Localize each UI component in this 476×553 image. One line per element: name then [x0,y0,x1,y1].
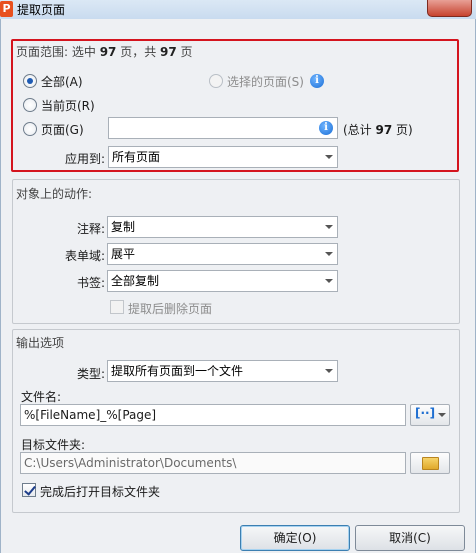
info-icon[interactable]: i [310,74,324,88]
insert-macro-button[interactable]: [··] [410,404,450,426]
pages-input[interactable] [108,117,338,139]
open-folder-label[interactable]: 完成后打开目标文件夹 [40,483,160,500]
chevron-down-icon [325,225,333,229]
folder-icon [422,457,439,470]
bookmark-label: 书签: [77,276,106,290]
annotation-label: 注释: [77,222,106,236]
browse-folder-button[interactable] [410,452,450,474]
current-page-label[interactable]: 当前页(R) [41,97,95,114]
extract-pages-dialog: 页面范围: 选中 97 页，共 97 页 全部(A) 选择的页面(S) i 当前… [0,19,476,553]
chevron-down-icon [325,279,333,283]
delete-after-checkbox[interactable] [110,300,124,314]
chevron-down-icon [325,252,333,256]
pages-radio[interactable] [23,122,37,136]
bookmark-dropdown[interactable]: 全部复制 [107,270,338,292]
output-options-title: 输出选项 [16,336,65,350]
annotation-dropdown[interactable]: 复制 [107,216,338,238]
filename-label: 文件名: [21,390,62,404]
page-range-title: 页面范围: 选中 97 页，共 97 页 [16,45,193,59]
current-page-radio[interactable] [23,98,37,112]
selected-pages-label[interactable]: 选择的页面(S) [227,73,304,90]
title-bar: P 提取页面 [0,0,476,19]
form-field-dropdown[interactable]: 展平 [107,243,338,265]
close-button[interactable] [427,0,472,17]
ok-button[interactable]: 确定(O) [240,525,350,551]
pages-label[interactable]: 页面(G) [41,121,84,138]
selected-pages-radio[interactable] [209,74,223,88]
type-dropdown[interactable]: 提取所有页面到一个文件 [107,360,338,382]
apply-to-label: 应用到: [65,152,106,166]
output-options-section: 输出选项 类型: 提取所有页面到一个文件 文件名: %[FileName]_%[… [12,329,460,513]
type-label: 类型: [77,367,106,381]
total-pages-note: (总计 97 页) [343,123,413,137]
open-folder-checkbox[interactable] [22,483,36,497]
cancel-button[interactable]: 取消(C) [355,525,465,551]
target-folder-input[interactable]: C:\Users\Administrator\Documents\ [20,452,406,474]
target-folder-label: 目标文件夹: [21,438,86,452]
pages-info-icon[interactable]: i [319,121,333,135]
object-actions-section: 对象上的动作: 注释: 复制 表单域: 展平 书签: 全部复制 提取后删除页面 [12,179,460,324]
object-actions-title: 对象上的动作: [16,187,93,201]
all-pages-label[interactable]: 全部(A) [41,73,83,90]
delete-after-label[interactable]: 提取后删除页面 [128,300,212,317]
window-title: 提取页面 [17,3,66,17]
chevron-down-icon [325,369,333,373]
filename-input[interactable]: %[FileName]_%[Page] [20,404,406,426]
all-pages-radio[interactable] [23,74,37,88]
chevron-down-icon [438,413,446,417]
page-range-section: 页面范围: 选中 97 页，共 97 页 全部(A) 选择的页面(S) i 当前… [11,39,459,172]
apply-to-dropdown[interactable]: 所有页面 [108,146,338,168]
macro-icon: [··] [415,406,436,420]
app-logo-icon: P [0,1,13,17]
chevron-down-icon [325,155,333,159]
form-field-label: 表单域: [65,249,106,263]
